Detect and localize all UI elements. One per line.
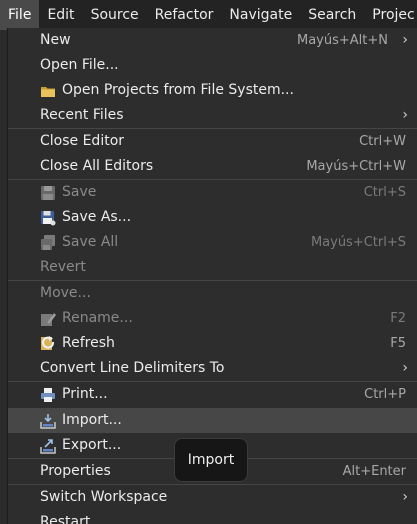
menu-item-rename[interactable]: Rename... F2 (8, 306, 417, 331)
menu-item-save-as[interactable]: Save As... (8, 205, 417, 230)
menu-item-label: Move... (40, 285, 91, 301)
menu-item-open-projects[interactable]: Open Projects from File System... (8, 78, 417, 103)
menu-item-label: Save All (62, 234, 119, 250)
refresh-icon (41, 336, 55, 350)
menu-item-save-all[interactable]: Save All Mayús+Ctrl+S (8, 230, 417, 255)
submenu-arrow-icon: › (402, 107, 408, 123)
menu-item-label: Open File... (40, 57, 119, 73)
menu-item-import[interactable]: Import... (8, 408, 417, 433)
menu-item-label: Convert Line Delimiters To (40, 360, 225, 376)
save-all-icon (41, 235, 55, 250)
menu-item-shortcut: Ctrl+P (364, 387, 406, 402)
menu-item-close-editor[interactable]: Close Editor Ctrl+W (8, 129, 417, 154)
menu-item-label: Refresh (62, 335, 115, 351)
menu-item-label: Switch Workspace (40, 489, 168, 505)
menu-item-restart[interactable]: Restart (8, 510, 417, 524)
menu-item-label: Open Projects from File System... (62, 82, 294, 98)
export-icon (40, 439, 56, 454)
menu-item-shortcut: Mayús+Ctrl+S (310, 235, 406, 250)
menu-item-shortcut: F2 (390, 311, 406, 326)
menu-item-shortcut: Mayús+Alt+N (297, 33, 388, 48)
menu-item-label: Rename... (62, 310, 133, 326)
menu-item-label: Close All Editors (40, 158, 154, 174)
menu-item-label: Save (62, 184, 97, 200)
menu-project[interactable]: Projec (364, 0, 417, 30)
menu-item-label: Save As... (62, 209, 132, 225)
menu-item-label: Close Editor (40, 133, 125, 149)
menu-item-save[interactable]: Save Ctrl+S (8, 180, 417, 205)
save-disk-icon (41, 186, 55, 200)
menu-item-shortcut: Alt+Enter (342, 464, 406, 479)
menu-item-label: Revert (40, 259, 86, 275)
menu-item-shortcut: Mayús+Ctrl+W (306, 159, 406, 174)
menu-item-label: Restart (40, 514, 91, 524)
menu-item-label: Export... (62, 437, 122, 453)
tooltip: Import (174, 438, 248, 482)
menu-search[interactable]: Search (300, 0, 364, 30)
tooltip-text: Import (187, 452, 235, 468)
submenu-arrow-icon: › (402, 32, 408, 48)
menu-item-convert-line-delimiters[interactable]: Convert Line Delimiters To › (8, 356, 417, 381)
menu-item-move[interactable]: Move... (8, 281, 417, 306)
menu-item-label: Recent Files (40, 107, 124, 123)
rename-icon (41, 313, 56, 326)
menu-source[interactable]: Source (83, 0, 147, 30)
menu-item-revert[interactable]: Revert (8, 255, 417, 280)
menu-refactor[interactable]: Refactor (147, 0, 222, 30)
menu-item-close-all-editors[interactable]: Close All Editors Mayús+Ctrl+W (8, 154, 417, 179)
folder-icon (41, 87, 55, 97)
menu-item-label: Print... (62, 386, 108, 402)
printer-icon (41, 388, 55, 402)
menu-file[interactable]: File (0, 0, 40, 30)
menu-item-label: Properties (40, 463, 111, 479)
submenu-arrow-icon: › (402, 360, 408, 376)
menu-item-switch-workspace[interactable]: Switch Workspace › (8, 485, 417, 510)
menu-item-label: Import... (62, 412, 122, 428)
menu-item-shortcut: Ctrl+S (363, 185, 406, 200)
import-icon (40, 414, 56, 429)
menu-item-print[interactable]: Print... Ctrl+P (8, 382, 417, 407)
menu-edit[interactable]: Edit (39, 0, 82, 30)
menu-bar: File Edit Source Refactor Navigate Searc… (0, 0, 417, 30)
menu-item-label: New (40, 32, 71, 48)
menu-item-open-file[interactable]: Open File... (8, 53, 417, 78)
menu-item-recent-files[interactable]: Recent Files › (8, 103, 417, 128)
save-as-icon (41, 211, 56, 226)
menu-item-shortcut: Ctrl+W (359, 134, 406, 149)
menu-item-refresh[interactable]: Refresh F5 (8, 331, 417, 356)
menu-item-shortcut: F5 (390, 336, 406, 351)
submenu-arrow-icon: › (402, 489, 408, 505)
menu-item-new[interactable]: New Mayús+Alt+N › (8, 28, 417, 53)
menu-navigate[interactable]: Navigate (221, 0, 300, 30)
